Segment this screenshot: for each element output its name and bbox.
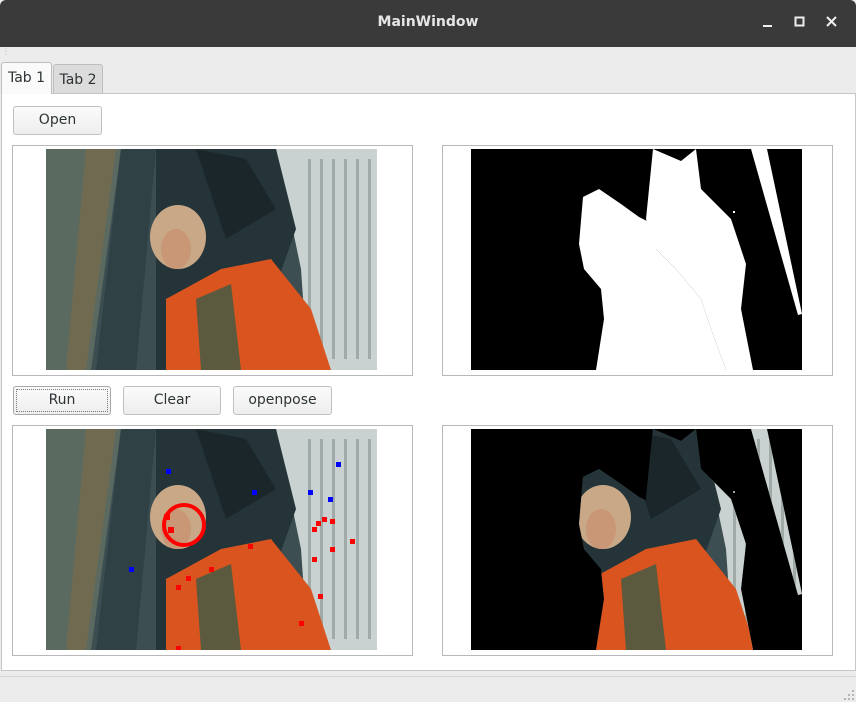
original-image (46, 149, 377, 370)
cutout-image-frame (442, 425, 833, 656)
clear-button[interactable]: Clear (123, 386, 221, 415)
mask-image-frame (442, 145, 833, 376)
tab-1[interactable]: Tab 1 (1, 62, 52, 94)
cutout-image (471, 429, 802, 650)
size-grip-icon[interactable] (844, 690, 854, 700)
run-button[interactable]: Run (13, 386, 111, 415)
toolbar-grip: ⋮ (2, 47, 10, 56)
tab-bar: Tab 1 Tab 2 (0, 62, 856, 94)
open-button[interactable]: Open (13, 106, 102, 135)
minimize-button[interactable] (757, 12, 779, 34)
keypoint-image (46, 429, 377, 650)
mask-image (471, 149, 802, 370)
close-button[interactable] (821, 12, 843, 34)
status-bar (0, 676, 856, 702)
close-icon (826, 16, 837, 27)
openpose-button[interactable]: openpose (233, 386, 332, 415)
maximize-icon (794, 16, 805, 27)
window-title: MainWindow (377, 14, 479, 30)
minimize-icon (763, 25, 772, 27)
tab-2[interactable]: Tab 2 (53, 64, 103, 93)
title-bar: MainWindow (0, 0, 856, 47)
original-image-frame (12, 145, 413, 376)
keypoint-image-frame (12, 425, 413, 656)
maximize-button[interactable] (789, 12, 811, 34)
